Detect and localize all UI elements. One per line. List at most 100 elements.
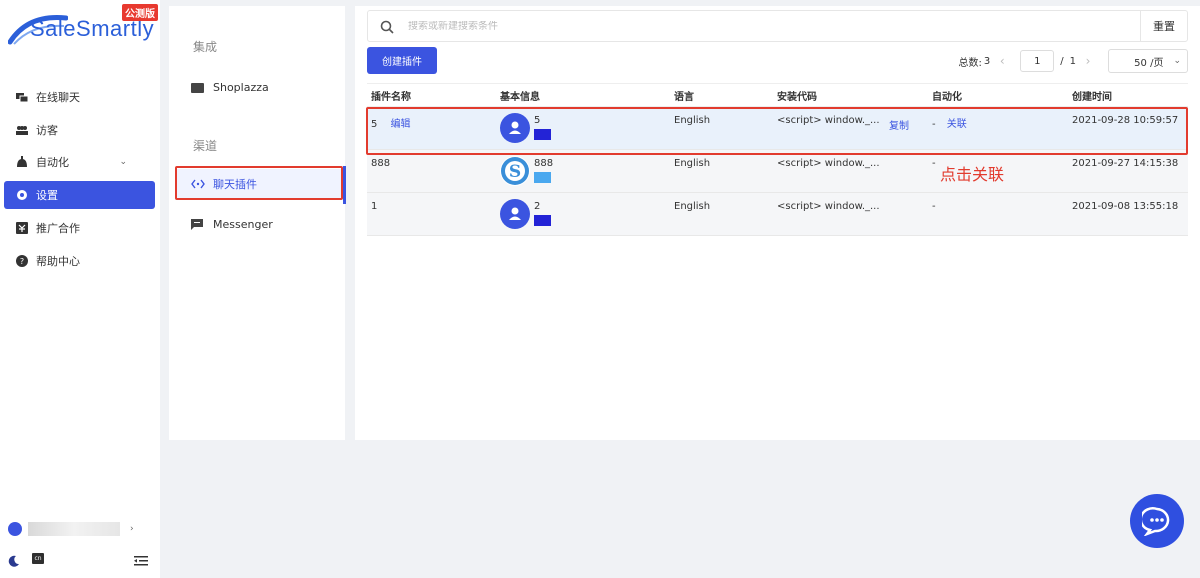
nav-item-automation[interactable]: 自动化 ⌄ xyxy=(4,148,155,176)
language: English xyxy=(674,201,711,212)
plugin-name: 5 xyxy=(371,119,378,130)
subnav-item-messenger[interactable]: Messenger xyxy=(177,209,341,239)
chevron-down-icon: ⌄ xyxy=(119,157,127,167)
table-header: 插件名称 基本信息 语言 安装代码 自动化 创建时间 xyxy=(367,83,1188,107)
page-size-value: 50 /页 xyxy=(1134,57,1164,69)
chat-widget-button[interactable] xyxy=(1130,494,1184,548)
moon-icon[interactable] xyxy=(8,552,20,567)
left-nav: SaleSmartly 公测版 在线聊天 访客 自动化 ⌄ 设置 推广合作 ? xyxy=(0,0,160,578)
column-header: 安装代码 xyxy=(777,91,817,103)
nav-label: 访客 xyxy=(36,124,58,137)
install-code-cell: <script> window._... xyxy=(773,158,928,169)
chat-bubble-icon xyxy=(1142,507,1170,536)
beta-badge: 公测版 xyxy=(122,4,158,21)
automation-cell: - 关联 xyxy=(928,115,1068,130)
automation-dash: - xyxy=(932,158,936,169)
plugin-name: 888 xyxy=(371,158,391,169)
automation-icon xyxy=(16,156,28,168)
subnav-label: Shoplazza xyxy=(213,80,269,94)
plugins-table: 插件名称 基本信息 语言 安装代码 自动化 创建时间 5 编辑 5 Englis… xyxy=(367,83,1188,236)
page-input[interactable]: 1 xyxy=(1020,50,1055,72)
column-header: 创建时间 xyxy=(1072,91,1112,103)
plugin-name-cell: 5 编辑 xyxy=(367,115,496,130)
table-row[interactable]: 1 2 English <script> window._... - 2021-… xyxy=(367,193,1188,236)
person-icon xyxy=(509,121,521,134)
associate-link[interactable]: 关联 xyxy=(947,119,967,130)
column-header: 插件名称 xyxy=(371,91,411,103)
prev-page-icon[interactable]: ‹ xyxy=(990,54,1014,68)
nav-label: 自动化 xyxy=(36,156,69,169)
chevron-down-icon: ⌄ xyxy=(1173,56,1181,66)
pagination: 总数: 3 ‹ 1 / 1 › 50 /页 ⌄ xyxy=(958,48,1188,74)
nav-item-help[interactable]: ? 帮助中心 xyxy=(4,247,155,275)
nav-label: 设置 xyxy=(36,189,58,202)
brand-logo[interactable]: SaleSmartly 公测版 xyxy=(8,4,160,52)
search-bar: 重置 xyxy=(367,10,1188,42)
subnav-item-shoplazza[interactable]: Shoplazza xyxy=(177,72,341,102)
avatar xyxy=(500,113,530,143)
table-row[interactable]: 888 S 888 English <script> window._... -… xyxy=(367,150,1188,193)
install-code: <script> window._... xyxy=(777,115,880,126)
automation-cell: - xyxy=(928,201,1068,212)
color-swatch xyxy=(534,215,551,226)
install-code: <script> window._... xyxy=(777,201,880,212)
collapse-menu-icon[interactable] xyxy=(134,552,148,566)
nav-label: 在线聊天 xyxy=(36,91,80,104)
shop-icon xyxy=(191,81,205,93)
avatar xyxy=(8,522,22,536)
language: English xyxy=(674,158,711,169)
info-name: 888 xyxy=(534,158,554,169)
language-icon[interactable]: cn xyxy=(32,552,44,564)
messenger-icon xyxy=(191,218,205,230)
promotion-icon xyxy=(16,222,28,234)
column-header: 自动化 xyxy=(932,91,962,103)
created-time: 2021-09-27 14:15:38 xyxy=(1072,158,1179,169)
column-header: 语言 xyxy=(674,91,694,103)
subnav-item-chat-plugin[interactable]: 聊天插件 xyxy=(177,169,341,199)
table-row[interactable]: 5 编辑 5 English <script> window._... 复制 -… xyxy=(367,107,1188,150)
nav-item-visitors[interactable]: 访客 xyxy=(4,116,155,144)
created-time: 2021-09-08 13:55:18 xyxy=(1072,201,1179,212)
language: English xyxy=(674,115,711,126)
avatar xyxy=(500,199,530,229)
nav-item-chat[interactable]: 在线聊天 xyxy=(4,83,155,111)
next-page-icon[interactable]: › xyxy=(1076,54,1100,68)
search-icon xyxy=(380,19,394,34)
install-code-cell: <script> window._... 复制 xyxy=(773,115,928,132)
visitors-icon xyxy=(16,124,28,136)
help-icon: ? xyxy=(16,255,28,267)
svg-text:S: S xyxy=(509,162,521,182)
info-name: 5 xyxy=(534,115,541,126)
automation-dash: - xyxy=(932,119,936,130)
active-indicator xyxy=(343,166,346,204)
user-menu[interactable]: › xyxy=(8,518,148,540)
created-time: 2021-09-28 10:59:57 xyxy=(1072,115,1179,126)
plugin-name-cell: 888 xyxy=(367,158,496,169)
edit-link[interactable]: 编辑 xyxy=(391,119,411,130)
create-plugin-button[interactable]: 创建插件 xyxy=(367,47,437,74)
plugin-name: 1 xyxy=(371,201,378,212)
plugin-name-cell: 1 xyxy=(367,201,496,212)
nav-label: 推广合作 xyxy=(36,222,80,235)
subnav-label: Messenger xyxy=(213,217,273,231)
search-input[interactable] xyxy=(408,20,1140,32)
column-header: 基本信息 xyxy=(500,91,540,103)
settings-icon xyxy=(16,189,28,201)
s-logo-icon: S xyxy=(501,157,529,185)
basic-info-cell: 2 xyxy=(496,199,670,229)
total-label: 总数: xyxy=(958,57,982,69)
automation-dash: - xyxy=(932,201,936,212)
main-panel: 重置 创建插件 总数: 3 ‹ 1 / 1 › 50 /页 ⌄ 插件名称 基本信… xyxy=(355,6,1200,440)
reset-button[interactable]: 重置 xyxy=(1140,11,1187,41)
settings-subnav: 集成 Shoplazza 渠道 聊天插件 Messenger xyxy=(169,6,345,440)
color-swatch xyxy=(534,172,551,183)
nav-item-promotion[interactable]: 推广合作 xyxy=(4,214,155,242)
section-title-integration: 集成 xyxy=(193,40,218,54)
user-name-blurred xyxy=(28,522,120,536)
install-code: <script> window._... xyxy=(777,158,880,169)
page-size-select[interactable]: 50 /页 ⌄ xyxy=(1108,49,1188,73)
person-icon xyxy=(509,207,521,220)
nav-item-settings[interactable]: 设置 xyxy=(4,181,155,209)
copy-link[interactable]: 复制 xyxy=(889,117,909,132)
page-separator: / xyxy=(1060,55,1064,67)
